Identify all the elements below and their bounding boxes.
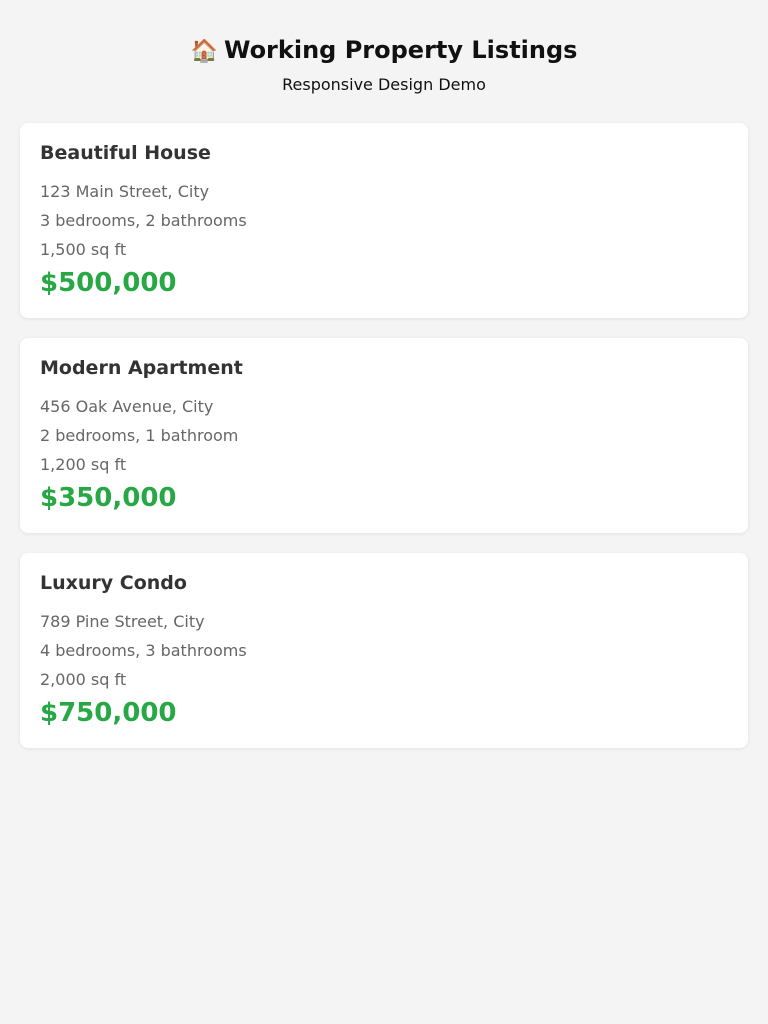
listings: Beautiful House 123 Main Street, City 3 … bbox=[20, 123, 748, 748]
listing-area: 1,500 sq ft bbox=[40, 240, 127, 259]
listing-title: Beautiful House bbox=[40, 142, 211, 164]
listing-address: 123 Main Street, City bbox=[40, 182, 210, 201]
page-subtitle: Responsive Design Demo bbox=[282, 75, 486, 94]
listing-card-modern-apartment[interactable]: Modern Apartment 456 Oak Avenue, City 2 … bbox=[20, 338, 748, 533]
listing-card-luxury-condo[interactable]: Luxury Condo 789 Pine Street, City 4 bed… bbox=[20, 553, 748, 748]
listing-title: Luxury Condo bbox=[40, 572, 187, 594]
page: 🏠 Working Property Listings Responsive De… bbox=[0, 0, 768, 1024]
listing-price: $350,000 bbox=[40, 483, 177, 513]
listing-price: $500,000 bbox=[40, 268, 177, 298]
listing-address: 789 Pine Street, City bbox=[40, 612, 205, 631]
listing-price: $750,000 bbox=[40, 698, 177, 728]
house-icon: 🏠 bbox=[190, 39, 218, 64]
page-title-text: Working Property Listings bbox=[223, 36, 578, 64]
listing-title: Modern Apartment bbox=[40, 357, 243, 379]
listing-rooms: 3 bedrooms, 2 bathrooms bbox=[40, 211, 247, 230]
listing-address: 456 Oak Avenue, City bbox=[40, 397, 214, 416]
listing-rooms: 4 bedrooms, 3 bathrooms bbox=[40, 641, 247, 660]
listing-area: 2,000 sq ft bbox=[40, 670, 127, 689]
page-header: 🏠 Working Property Listings Responsive De… bbox=[20, 20, 748, 94]
listing-rooms: 2 bedrooms, 1 bathroom bbox=[40, 426, 239, 445]
listing-card-beautiful-house[interactable]: Beautiful House 123 Main Street, City 3 … bbox=[20, 123, 748, 318]
page-title: 🏠 Working Property Listings bbox=[20, 34, 748, 66]
listing-area: 1,200 sq ft bbox=[40, 455, 127, 474]
